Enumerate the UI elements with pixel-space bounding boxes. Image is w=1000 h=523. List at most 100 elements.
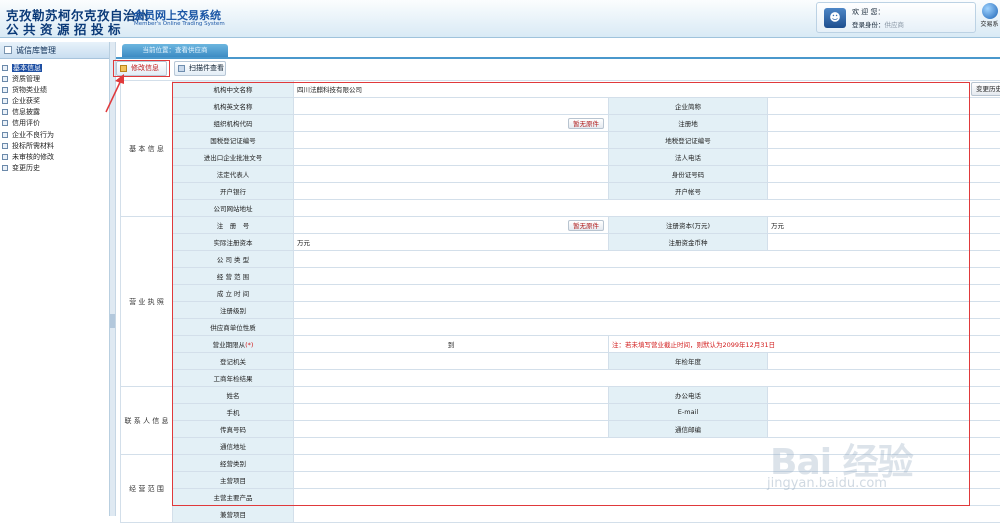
value-fax	[294, 421, 609, 438]
user-info-panel: ☻ 欢 迎 您： 登录身份：供应商	[816, 2, 976, 33]
sidebar-header[interactable]: 诚信库管理	[0, 42, 109, 59]
value-email	[768, 404, 1000, 421]
sidebar-item-goods-performance[interactable]: 货物类业绩	[0, 85, 109, 96]
label-main-items: 主营项目	[173, 472, 294, 489]
label-local-tax: 地税登记证编号	[609, 132, 768, 149]
change-history-button[interactable]: 变更历史	[971, 82, 1000, 96]
splitter-handle-icon[interactable]	[110, 314, 115, 328]
value-legal-rep	[294, 166, 609, 183]
label-capital-currency: 注册资金币种	[609, 234, 768, 251]
scan-icon	[178, 65, 185, 72]
sidebar-item-credit-rating[interactable]: 信用评价	[0, 118, 109, 129]
sidebar-menu: 基本信息 资质管理 货物类业绩 企业获奖 信息披露 信用评价 企业不良行为 投标…	[0, 59, 109, 174]
form-row: 组织机构代码 暂无原件 注册地	[121, 115, 1000, 132]
form-row: 兼营项目	[121, 506, 1000, 523]
value-paid-capital: 万元	[294, 234, 609, 251]
sidebar-item-bid-materials[interactable]: 投标所需材料	[0, 141, 109, 152]
page-icon	[2, 120, 8, 126]
license-period-note: 注：若未填写营业截止时间，则默认为2099年12月31日	[609, 336, 1000, 353]
page-icon	[2, 143, 8, 149]
form-row: 注册级别	[121, 302, 1000, 319]
label-org-en-name: 机构英文名称	[173, 98, 294, 115]
value-main-products	[294, 489, 1000, 506]
value-national-tax	[294, 132, 609, 149]
label-business-scope: 经 营 范 围	[173, 268, 294, 285]
form-row: 实际注册资本 万元 注册资金币种	[121, 234, 1000, 251]
label-annual-check-result: 工商年检结果	[173, 370, 294, 387]
label-address: 通信地址	[173, 438, 294, 455]
label-id-number: 身份证号码	[609, 166, 768, 183]
reg-no-original-cell: 暂无原件	[562, 217, 609, 234]
value-business-scope	[294, 268, 1000, 285]
no-original-button[interactable]: 暂无原件	[568, 118, 604, 129]
sidebar-item-basic-info[interactable]: 基本信息	[0, 63, 109, 74]
label-name: 姓名	[173, 387, 294, 404]
form-row: 营 业 执 照 注 册 号 暂无原件 注册资本(万元) 万元	[121, 217, 1000, 234]
breadcrumb-divider	[116, 57, 1000, 59]
value-account	[768, 183, 1000, 200]
login-identity: 登录身份：供应商	[852, 19, 904, 29]
value-annual-check-result	[294, 370, 1000, 387]
scan-view-label: 扫描件查看	[189, 64, 224, 72]
edit-info-label: 修改信息	[131, 64, 159, 72]
label-side-items: 兼营项目	[173, 506, 294, 523]
value-reg-capital: 万元	[768, 217, 1000, 234]
value-annual-check-year	[768, 353, 1000, 370]
label-national-tax: 国税登记证编号	[173, 132, 294, 149]
label-org-code: 组织机构代码	[173, 115, 294, 132]
value-org-code	[294, 115, 562, 132]
value-establish-time	[294, 285, 1000, 302]
section-contact-info: 联 系 人 信 息	[121, 387, 173, 455]
label-import-export: 进出口企业批准文号	[173, 149, 294, 166]
value-side-items	[294, 506, 1000, 523]
app-header: 克孜勒苏柯尔克孜自治州 公共资源招投标 会员网上交易系统 Member's On…	[0, 0, 1000, 38]
page-icon	[2, 109, 8, 115]
system-subtitle: Member's Online Trading System	[134, 21, 225, 27]
logo-title-line2: 公共资源招投标	[6, 19, 125, 38]
user-avatar-icon: ☻	[824, 8, 846, 28]
sidebar-item-awards[interactable]: 企业获奖	[0, 96, 109, 107]
no-original-button[interactable]: 暂无原件	[568, 220, 604, 231]
label-website: 公司网站地址	[173, 200, 294, 217]
login-identity-label: 登录身份：	[852, 21, 885, 29]
form-row: 主营主要产品	[121, 489, 1000, 506]
label-reg-capital: 注册资本(万元)	[609, 217, 768, 234]
sidebar-item-qualification[interactable]: 资质管理	[0, 74, 109, 85]
section-business-scope: 经 营 范 围	[121, 455, 173, 523]
edit-info-button[interactable]: 修改信息	[116, 61, 167, 76]
sidebar-item-label: 基本信息	[12, 64, 42, 72]
label-fax: 传真号码	[173, 421, 294, 438]
sidebar-item-change-history[interactable]: 变更历史	[0, 163, 109, 174]
label-office-phone: 办公电话	[609, 387, 768, 404]
page-icon	[2, 98, 8, 104]
label-mobile: 手机	[173, 404, 294, 421]
sidebar-item-pending-changes[interactable]: 未审核的修改	[0, 152, 109, 163]
page-icon	[2, 76, 8, 82]
trade-system-label: 交易系	[980, 19, 1000, 28]
value-office-phone	[768, 387, 1000, 404]
scan-view-button[interactable]: 扫描件查看	[174, 61, 226, 76]
sidebar-item-label: 货物类业绩	[12, 86, 47, 94]
sidebar-item-label: 信息披露	[12, 108, 40, 116]
label-legal-phone: 法人电话	[609, 149, 768, 166]
required-marker: (*)	[245, 341, 253, 349]
sidebar-title: 诚信库管理	[16, 46, 56, 55]
value-website	[294, 200, 1000, 217]
form-row: 成 立 时 间	[121, 285, 1000, 302]
sidebar-item-bad-behavior[interactable]: 企业不良行为	[0, 130, 109, 141]
value-capital-currency	[768, 234, 1000, 251]
label-reg-place: 注册地	[609, 115, 768, 132]
collapse-icon	[4, 46, 12, 54]
value-mobile	[294, 404, 609, 421]
baidu-watermark-url: jingyan.baidu.com	[767, 476, 887, 491]
sidebar-item-disclosure[interactable]: 信息披露	[0, 107, 109, 118]
page-icon	[2, 132, 8, 138]
section-business-license: 营 业 执 照	[121, 217, 173, 387]
value-reg-no	[294, 217, 562, 234]
page-icon	[2, 154, 8, 160]
value-reg-authority	[294, 353, 609, 370]
trade-system-button[interactable]: 交易系	[980, 3, 1000, 35]
label-annual-check-year: 年检年度	[609, 353, 768, 370]
form-row: 登记机关 年检年度	[121, 353, 1000, 370]
value-name	[294, 387, 609, 404]
